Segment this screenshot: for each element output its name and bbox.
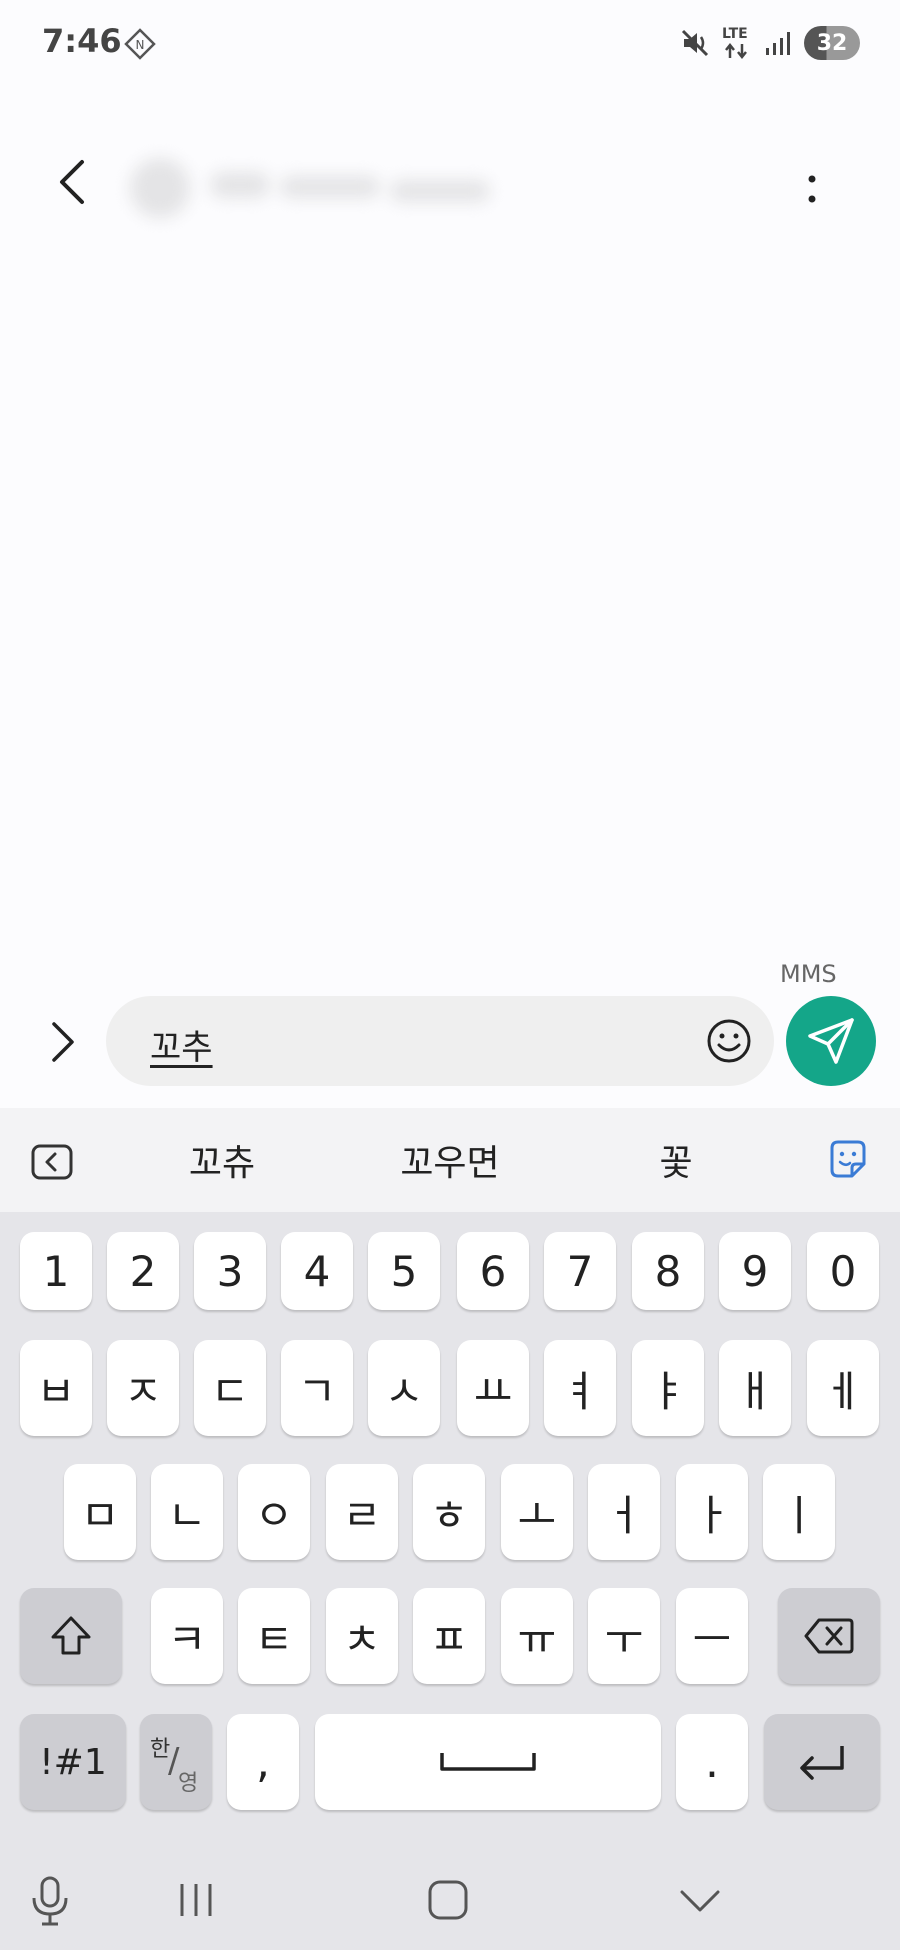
key-s[interactable]: ㅅ xyxy=(368,1340,440,1436)
suggestion-1[interactable]: 꼬츄 xyxy=(132,1134,312,1186)
signal-icon xyxy=(766,32,790,55)
mms-label: MMS xyxy=(780,960,837,988)
shift-icon xyxy=(51,1616,91,1655)
key-b[interactable]: ㅂ xyxy=(20,1340,92,1436)
key-eu[interactable]: ㅡ xyxy=(676,1588,748,1684)
key-m[interactable]: ㅁ xyxy=(64,1464,136,1560)
key-5[interactable]: 5 xyxy=(368,1232,440,1310)
space-icon xyxy=(440,1753,536,1771)
lte-indicator: LTE xyxy=(722,26,752,60)
nfc-icon: N xyxy=(124,28,156,60)
key-6[interactable]: 6 xyxy=(457,1232,529,1310)
key-t[interactable]: ㅌ xyxy=(238,1588,310,1684)
backspace-key[interactable] xyxy=(778,1588,880,1684)
key-yu[interactable]: ㅠ xyxy=(501,1588,573,1684)
key-e[interactable]: ㅔ xyxy=(807,1340,879,1436)
enter-key[interactable] xyxy=(764,1714,880,1810)
shift-key[interactable] xyxy=(20,1588,122,1684)
sticker-icon[interactable] xyxy=(826,1138,870,1182)
navigation-bar xyxy=(0,1850,900,1950)
key-7[interactable]: 7 xyxy=(544,1232,616,1310)
key-yo[interactable]: ㅛ xyxy=(457,1340,529,1436)
key-d[interactable]: ㄷ xyxy=(194,1340,266,1436)
lang-bottom-label: 영 xyxy=(178,1771,199,1796)
more-vert-icon[interactable] xyxy=(792,164,832,214)
recents-icon[interactable] xyxy=(166,1870,226,1930)
conversation-header xyxy=(0,120,900,250)
mute-icon xyxy=(681,29,709,57)
key-4[interactable]: 4 xyxy=(281,1232,353,1310)
data-arrows-icon xyxy=(725,43,747,59)
language-key-label: 한 / 영 xyxy=(146,1727,206,1797)
key-h[interactable]: ㅎ xyxy=(413,1464,485,1560)
key-ch[interactable]: ㅊ xyxy=(326,1588,398,1684)
language-key[interactable]: 한 / 영 xyxy=(140,1714,212,1810)
send-icon xyxy=(808,1018,854,1064)
emoji-icon[interactable] xyxy=(704,1016,754,1066)
home-icon[interactable] xyxy=(418,1870,478,1930)
key-i[interactable]: ㅣ xyxy=(763,1464,835,1560)
battery-indicator: 32 xyxy=(804,26,860,60)
key-2[interactable]: 2 xyxy=(107,1232,179,1310)
key-eo[interactable]: ㅓ xyxy=(588,1464,660,1560)
key-1[interactable]: 1 xyxy=(20,1232,92,1310)
contact-name[interactable] xyxy=(130,150,530,230)
send-button[interactable] xyxy=(786,996,876,1086)
key-ya[interactable]: ㅑ xyxy=(632,1340,704,1436)
key-3[interactable]: 3 xyxy=(194,1232,266,1310)
key-k[interactable]: ㅋ xyxy=(151,1588,223,1684)
message-input-text[interactable]: 꼬추 xyxy=(150,1020,213,1069)
key-p[interactable]: ㅍ xyxy=(413,1588,485,1684)
status-time: 7:46 xyxy=(42,22,122,60)
key-g[interactable]: ㄱ xyxy=(281,1340,353,1436)
chevron-right-icon[interactable] xyxy=(40,1012,84,1072)
key-a[interactable]: ㅏ xyxy=(676,1464,748,1560)
key-9[interactable]: 9 xyxy=(719,1232,791,1310)
collapse-icon[interactable] xyxy=(30,1142,74,1182)
symbols-key[interactable]: !#1 xyxy=(20,1714,126,1810)
key-ae[interactable]: ㅐ xyxy=(719,1340,791,1436)
keyboard: 1 2 3 4 5 6 7 8 9 0 ㅂ ㅈ ㄷ ㄱ ㅅ ㅛ ㅕ ㅑ ㅐ ㅔ … xyxy=(0,1212,900,1950)
key-j[interactable]: ㅈ xyxy=(107,1340,179,1436)
backspace-icon xyxy=(804,1618,854,1654)
message-input[interactable]: 꼬추 xyxy=(106,996,774,1086)
mic-icon[interactable] xyxy=(20,1870,80,1930)
back-arrow-icon[interactable] xyxy=(44,152,104,212)
key-u[interactable]: ㅜ xyxy=(588,1588,660,1684)
period-key[interactable]: . xyxy=(676,1714,748,1810)
comma-key[interactable]: , xyxy=(227,1714,299,1810)
key-8[interactable]: 8 xyxy=(632,1232,704,1310)
space-key[interactable] xyxy=(315,1714,661,1810)
suggestion-2[interactable]: 꼬우면 xyxy=(360,1134,540,1186)
status-bar: 7:46 N LTE 32 xyxy=(0,0,900,86)
nav-back-icon[interactable] xyxy=(670,1870,730,1930)
key-n[interactable]: ㄴ xyxy=(151,1464,223,1560)
key-r[interactable]: ㄹ xyxy=(326,1464,398,1560)
key-yeo[interactable]: ㅕ xyxy=(544,1340,616,1436)
key-o[interactable]: ㅗ xyxy=(501,1464,573,1560)
key-ieung[interactable]: ㅇ xyxy=(238,1464,310,1560)
lte-label: LTE xyxy=(722,26,748,42)
key-0[interactable]: 0 xyxy=(807,1232,879,1310)
suggestion-bar: 꼬츄 꼬우면 꽃 xyxy=(0,1108,900,1212)
svg-text:N: N xyxy=(136,38,145,52)
status-icons: LTE 32 xyxy=(680,24,860,62)
suggestion-3[interactable]: 꽃 xyxy=(586,1134,766,1186)
enter-icon xyxy=(800,1746,844,1780)
